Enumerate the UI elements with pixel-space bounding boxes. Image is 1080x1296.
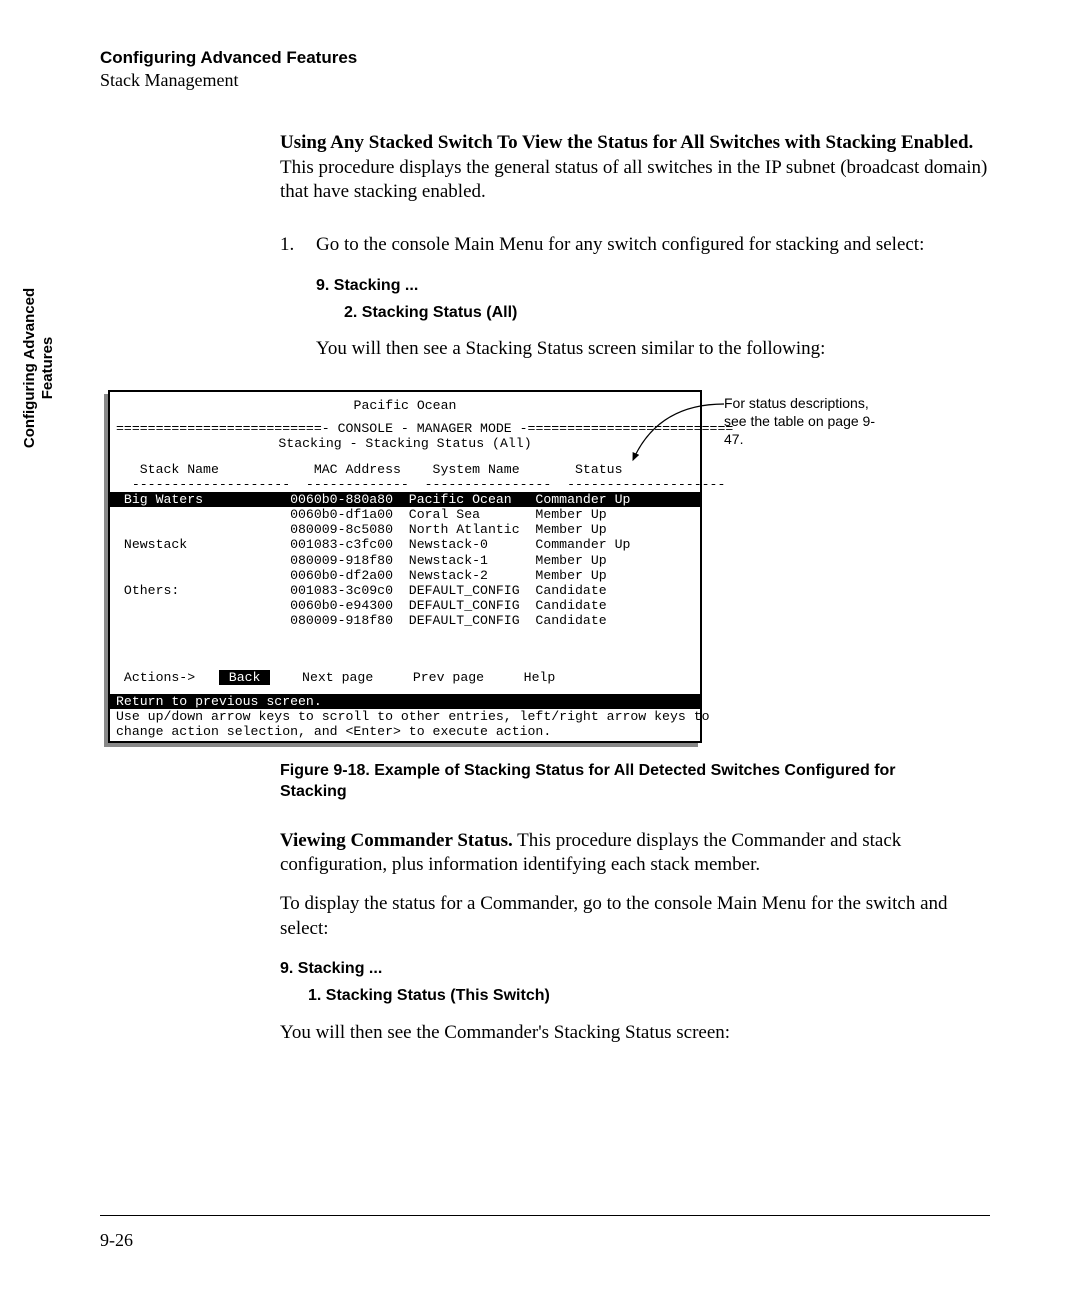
terminal-subtitle: Stacking - Stacking Status (All) (110, 436, 700, 451)
terminal-title: Pacific Ocean (110, 398, 700, 413)
figure-caption: Figure 9-18. Example of Stacking Status … (280, 761, 910, 803)
table-row: Newstack 001083-c3fc00 Newstack-0 Comman… (110, 537, 700, 552)
table-row: 080009-918f80 Newstack-1 Member Up (110, 553, 700, 568)
action-prev-page[interactable]: Prev page (413, 670, 484, 685)
terminal-help-2: change action selection, and <Enter> to … (110, 724, 700, 739)
side-tab-line1: Configuring Advanced (21, 287, 38, 447)
footer-rule (100, 1215, 990, 1216)
header-subtitle: Stack Management (100, 70, 990, 91)
table-row: 0060b0-df2a00 Newstack-2 Member Up (110, 568, 700, 583)
step-followup: You will then see a Stacking Status scre… (316, 337, 990, 362)
step-number: 1. (280, 233, 316, 362)
section2-lead: Viewing Commander Status. (280, 830, 513, 851)
section-viewing-commander: Viewing Commander Status. This procedure… (280, 829, 990, 1046)
side-tab-line2: Features (39, 336, 56, 399)
action-next-page[interactable]: Next page (302, 670, 373, 685)
menu-item-stacking-2: 9. Stacking ... (280, 959, 990, 980)
terminal-headers: Stack Name MAC Address System Name Statu… (110, 462, 700, 477)
section2-para2: To display the status for a Commander, g… (280, 892, 990, 941)
table-row: Big Waters 0060b0-880a80 Pacific Ocean C… (110, 492, 700, 507)
terminal-header-divider: -------------------- ------------- -----… (110, 477, 700, 492)
menu-item-stacking-status-all: 2. Stacking Status (All) (344, 303, 990, 324)
action-back[interactable]: Back (219, 670, 270, 685)
body-content: Using Any Stacked Switch To View the Sta… (280, 131, 990, 362)
action-help[interactable]: Help (524, 670, 556, 685)
menu-item-stacking: 9. Stacking ... (316, 276, 990, 297)
annotation-status-descriptions: For status descriptions, see the table o… (724, 394, 894, 449)
terminal-return-line: Return to previous screen. (110, 694, 700, 709)
menu-item-stacking-status-this: 1. Stacking Status (This Switch) (308, 986, 990, 1007)
page-header: Configuring Advanced Features Stack Mana… (100, 48, 990, 91)
page-number: 9-26 (100, 1230, 133, 1251)
terminal-actions: Actions-> Back Next page Prev page Help (110, 670, 700, 685)
table-row: 080009-918f80 DEFAULT_CONFIG Candidate (110, 613, 700, 628)
terminal-help-1: Use up/down arrow keys to scroll to othe… (110, 709, 700, 724)
intro-rest: This procedure displays the general stat… (280, 157, 987, 203)
step-text: Go to the console Main Menu for any swit… (316, 233, 990, 258)
header-title: Configuring Advanced Features (100, 48, 990, 68)
terminal-screenshot: Pacific Ocean ==========================… (108, 390, 702, 743)
side-tab: Configuring Advanced Features (24, 280, 54, 455)
section2-followup: You will then see the Commander's Stacki… (280, 1021, 990, 1046)
table-row: 0060b0-df1a00 Coral Sea Member Up (110, 507, 700, 522)
figure-area: Pacific Ocean ==========================… (100, 390, 900, 743)
terminal-mode-line: ==========================- CONSOLE - MA… (110, 421, 700, 436)
intro-lead: Using Any Stacked Switch To View the Sta… (280, 132, 973, 153)
table-row: Others: 001083-3c09c0 DEFAULT_CONFIG Can… (110, 583, 700, 598)
table-row: 080009-8c5080 North Atlantic Member Up (110, 522, 700, 537)
table-row: 0060b0-e94300 DEFAULT_CONFIG Candidate (110, 598, 700, 613)
